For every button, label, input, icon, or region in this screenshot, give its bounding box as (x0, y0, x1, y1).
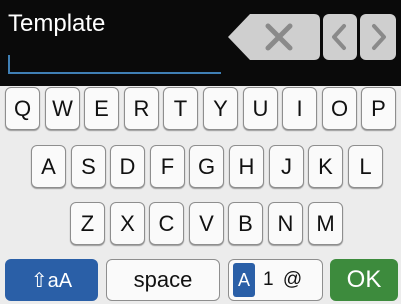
key-i[interactable]: I (282, 87, 317, 130)
key-g[interactable]: G (189, 145, 224, 188)
chevron-right-icon (372, 24, 386, 50)
text-cursor (8, 55, 10, 72)
input-panel: Template (0, 0, 401, 86)
mode-selected-alpha: A (233, 263, 255, 297)
key-d[interactable]: D (110, 145, 145, 188)
key-o[interactable]: O (322, 87, 357, 130)
backspace-button[interactable] (228, 14, 320, 60)
key-m[interactable]: M (308, 202, 343, 245)
chevron-left-icon (332, 24, 346, 50)
key-e[interactable]: E (84, 87, 119, 130)
key-z[interactable]: Z (70, 202, 105, 245)
mode-other-options: 1 @ (263, 269, 305, 290)
cursor-right-button[interactable] (360, 14, 396, 60)
key-h[interactable]: H (229, 145, 264, 188)
key-y[interactable]: Y (203, 87, 238, 130)
input-underline (8, 72, 221, 74)
key-k[interactable]: K (308, 145, 343, 188)
ok-button[interactable]: OK (330, 259, 398, 301)
key-t[interactable]: T (163, 87, 198, 130)
key-w[interactable]: W (45, 87, 80, 130)
key-a[interactable]: A (31, 145, 66, 188)
key-j[interactable]: J (269, 145, 304, 188)
key-l[interactable]: L (348, 145, 383, 188)
key-v[interactable]: V (189, 202, 224, 245)
key-r[interactable]: R (124, 87, 159, 130)
space-button[interactable]: space (106, 259, 220, 301)
key-c[interactable]: C (149, 202, 184, 245)
backspace-icon (228, 14, 320, 60)
key-p[interactable]: P (361, 87, 396, 130)
input-mode-button[interactable]: A 1 @ (228, 259, 323, 301)
key-x[interactable]: X (110, 202, 145, 245)
key-u[interactable]: U (243, 87, 278, 130)
key-b[interactable]: B (228, 202, 263, 245)
key-q[interactable]: Q (5, 87, 40, 130)
cursor-left-button[interactable] (323, 14, 357, 60)
key-n[interactable]: N (268, 202, 303, 245)
shift-case-button[interactable]: ⇧aA (5, 259, 98, 301)
text-input-value[interactable]: Template (8, 10, 105, 38)
key-s[interactable]: S (71, 145, 106, 188)
key-f[interactable]: F (150, 145, 185, 188)
